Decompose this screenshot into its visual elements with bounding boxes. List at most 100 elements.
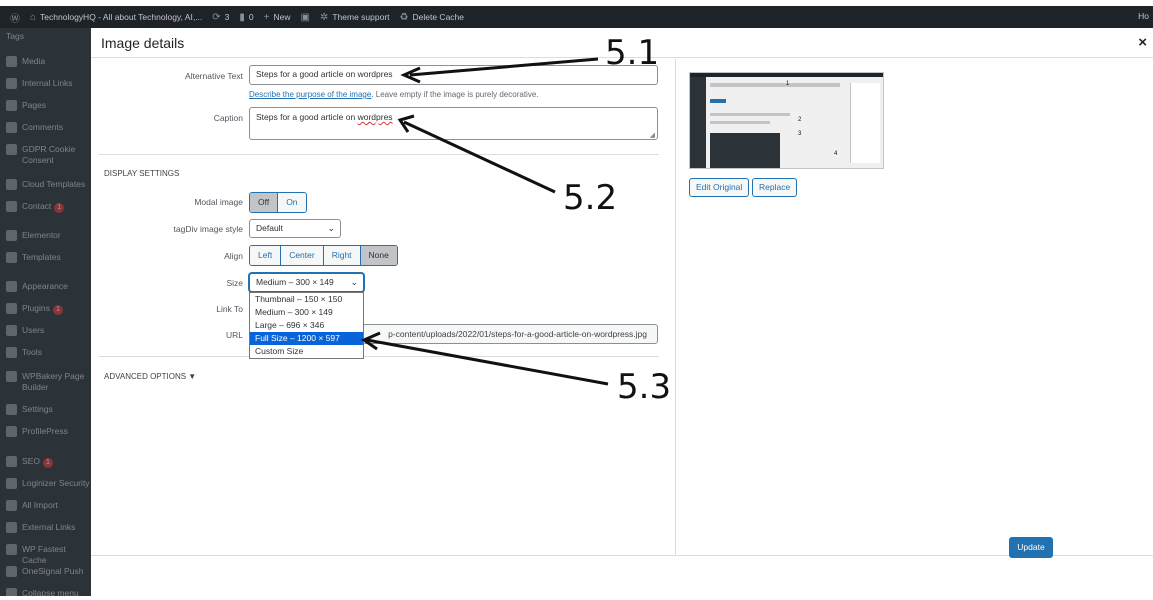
caption-prefix: Steps for a good article on — [256, 112, 358, 122]
edit-original-button[interactable]: Edit Original — [689, 178, 750, 197]
builder-icon — [6, 371, 17, 382]
sidebar-item[interactable]: Tags — [0, 31, 91, 42]
alt-text-label: Alternative Text — [185, 71, 243, 81]
alt-text-hint: Describe the purpose of the image. Leave… — [249, 90, 539, 99]
describe-purpose-link[interactable]: Describe the purpose of the image — [249, 90, 371, 99]
tagdiv-style-value: Default — [256, 223, 283, 233]
sidebar-item[interactable]: Pages — [0, 100, 91, 111]
sidebar-item-label: Comments — [22, 122, 64, 132]
replace-button[interactable]: Replace — [752, 178, 798, 197]
sidebar-item[interactable]: Templates — [0, 252, 91, 263]
align-none-button[interactable]: None — [360, 246, 397, 265]
annotation-5-3: 5.3 — [617, 367, 672, 407]
modal-image-on-button[interactable]: On — [278, 193, 306, 212]
refresh-icon: ⟳ — [212, 11, 221, 23]
new-label: New — [273, 12, 291, 22]
sidebar-item-label: GDPR Cookie Consent — [22, 144, 76, 165]
sidebar-item-label: Collapse menu — [22, 588, 79, 596]
tagdiv-style-select[interactable]: Default ⌄ — [249, 219, 341, 238]
preview-side-panel — [850, 83, 880, 163]
modal-image-label: Modal image — [194, 197, 243, 207]
size-select[interactable]: Medium – 300 × 149 ⌄ — [249, 273, 364, 292]
sidebar-item[interactable]: Cloud Templates — [0, 179, 91, 190]
builder-icon: ▣ — [300, 11, 310, 23]
sidebar-item-text: Internal Links — [22, 78, 73, 89]
size-option-full[interactable]: Full Size – 1200 × 597 — [250, 332, 363, 345]
sidebar-item[interactable]: All Import — [0, 500, 91, 511]
sidebar-item-text: External Links — [22, 522, 75, 533]
profile-icon — [6, 426, 17, 437]
caption-textarea[interactable]: Steps for a good article on wordpres ◢ — [249, 107, 658, 140]
delete-cache-link[interactable]: ♻ Delete Cache — [400, 12, 464, 23]
wordpress-logo[interactable]: Ⓦ — [10, 10, 20, 25]
sidebar-item-text: Settings — [22, 404, 53, 415]
chevron-down-icon: ⌄ — [350, 277, 358, 287]
preview-annotation: 1 — [786, 81, 790, 87]
alt-text-input[interactable]: Steps for a good article on wordpres — [249, 65, 658, 85]
modal-image-off-button[interactable]: Off — [250, 193, 279, 212]
sidebar-item-text: OneSignal Push — [22, 566, 83, 577]
size-dropdown-list: Thumbnail – 150 × 150 Medium – 300 × 149… — [249, 292, 364, 359]
update-button[interactable]: Update — [1009, 537, 1053, 558]
sidebar-item[interactable]: GDPR Cookie Consent — [0, 144, 91, 166]
preview-sidebar — [690, 77, 706, 168]
sidebar-item[interactable]: Collapse menu — [0, 588, 91, 596]
sidebar-item[interactable]: Elementor — [0, 230, 91, 241]
sidebar-item[interactable]: ProfilePress — [0, 426, 91, 437]
alt-text-hint-rest: . Leave empty if the image is purely dec… — [371, 90, 539, 99]
sidebar-item-label: Pages — [22, 100, 47, 110]
align-center-button[interactable]: Center — [281, 246, 324, 265]
column-divider — [675, 59, 676, 555]
new-link[interactable]: + New — [264, 12, 291, 23]
sidebar-item[interactable]: Internal Links — [0, 78, 91, 89]
sidebar-item[interactable]: Media — [0, 56, 91, 67]
caption-label: Caption — [213, 113, 243, 123]
size-option-custom[interactable]: Custom Size — [250, 345, 363, 358]
preview-button — [710, 99, 726, 103]
align-right-button[interactable]: Right — [323, 246, 361, 265]
sidebar-item-label: Tools — [22, 347, 42, 357]
advanced-options-toggle[interactable]: ADVANCED OPTIONS ▼ — [104, 372, 196, 381]
annotation-5-2: 5.2 — [563, 178, 618, 218]
sidebar-item[interactable]: Loginizer Security — [0, 478, 91, 489]
align-left-button[interactable]: Left — [250, 246, 282, 265]
site-title-link[interactable]: ⌂ TechnologyHQ - All about Technology, AI… — [30, 12, 202, 23]
size-option-large[interactable]: Large – 696 × 346 — [250, 319, 363, 332]
sidebar-item[interactable]: Appearance — [0, 281, 91, 292]
sidebar-item[interactable]: Settings — [0, 404, 91, 415]
notification-badge: 1 — [42, 458, 53, 468]
url-label: URL — [225, 330, 243, 340]
sidebar-item-text: Loginizer Security — [22, 478, 90, 489]
sidebar-item[interactable]: External Links — [0, 522, 91, 533]
sidebar-item[interactable]: Comments — [0, 122, 91, 133]
comments-link[interactable]: ▮ 0 — [239, 12, 253, 23]
bell-icon — [6, 566, 17, 577]
sidebar-item-label: Users — [22, 325, 45, 335]
tagdiv-style-label: tagDiv image style — [173, 224, 243, 234]
sidebar-item[interactable]: Users — [0, 325, 91, 336]
updates-link[interactable]: ⟳ 3 — [212, 12, 229, 23]
sidebar-item[interactable]: SEO 1 — [0, 456, 91, 468]
size-option-medium[interactable]: Medium – 300 × 149 — [250, 306, 363, 319]
collapse-icon — [6, 588, 17, 596]
sidebar-item[interactable]: Plugins 1 — [0, 303, 91, 315]
import-icon — [6, 500, 17, 511]
sidebar-item[interactable]: WPBakery Page Builder — [0, 371, 91, 393]
sidebar-item[interactable]: Tools — [0, 347, 91, 358]
sidebar-item[interactable]: WP Fastest Cache — [0, 544, 91, 566]
sidebar-item-label: External Links — [22, 522, 76, 532]
theme-support-link[interactable]: ✲ Theme support — [320, 12, 390, 23]
sidebar-item[interactable]: Contact 1 — [0, 201, 91, 213]
sidebar-item[interactable]: OneSignal Push — [0, 566, 91, 577]
size-option-thumbnail[interactable]: Thumbnail – 150 × 150 — [250, 293, 363, 306]
howdy-link[interactable]: Ho — [1138, 11, 1149, 21]
cache-icon — [6, 544, 17, 555]
pages-icon — [6, 100, 17, 111]
close-icon[interactable]: × — [1138, 34, 1147, 51]
sidebar-item-label: Tags — [6, 31, 24, 41]
preview-line — [710, 83, 840, 87]
sidebar-item-text: Media — [22, 56, 45, 67]
sidebar-item-text: All Import — [22, 500, 58, 511]
sidebar-item-label: Appearance — [22, 281, 68, 291]
builder-link[interactable]: ▣ — [301, 12, 310, 23]
